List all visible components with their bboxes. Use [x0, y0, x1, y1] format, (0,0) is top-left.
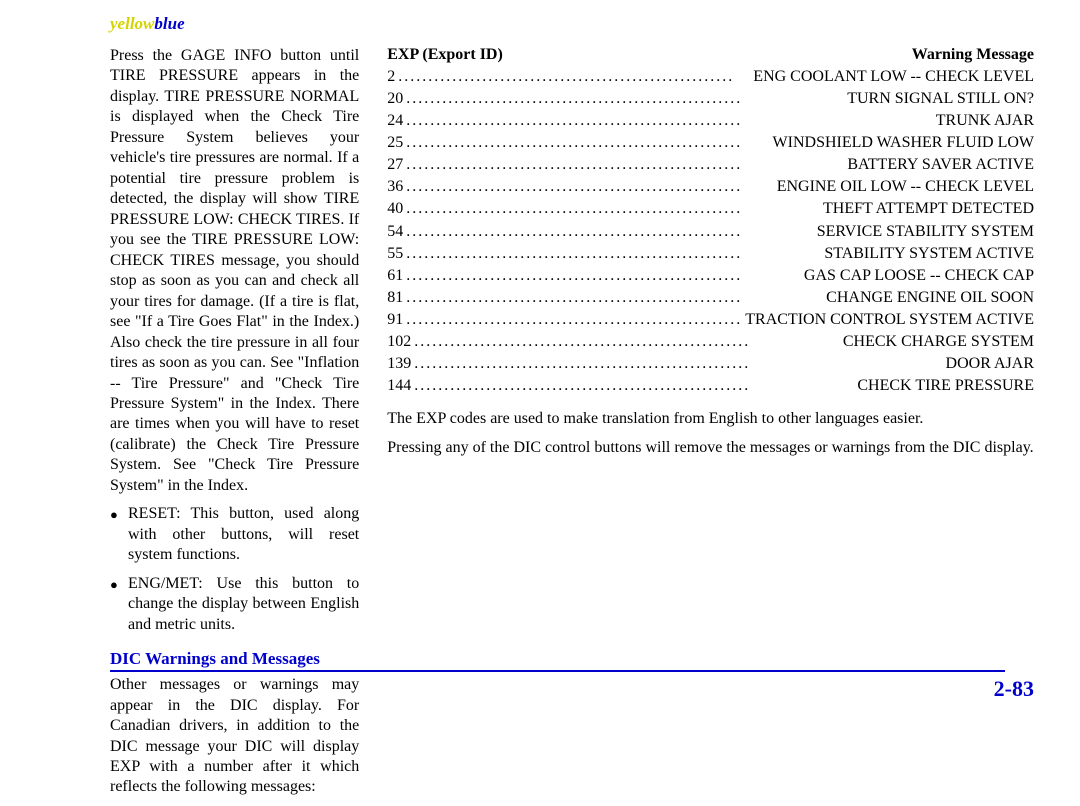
exp-id: 102 [387, 331, 411, 353]
exp-id: 40 [387, 198, 403, 220]
exp-note: The EXP codes are used to make translati… [387, 409, 1034, 429]
exp-id: 24 [387, 110, 403, 132]
exp-row: 139.....................................… [387, 353, 1034, 375]
exp-row: 25......................................… [387, 132, 1034, 154]
exp-message: SERVICE STABILITY SYSTEM [817, 221, 1034, 243]
exp-id: 144 [387, 375, 411, 397]
leader-dots: ........................................… [403, 198, 823, 220]
dic-warnings-para: Other messages or warnings may appear in… [110, 675, 359, 798]
leader-dots: ........................................… [403, 265, 804, 287]
exp-row: 81......................................… [387, 287, 1034, 309]
exp-id: 27 [387, 154, 403, 176]
exp-message: THEFT ATTEMPT DETECTED [823, 198, 1034, 220]
exp-row: 36......................................… [387, 176, 1034, 198]
footer-rule [110, 670, 1005, 672]
dic-buttons-note: Pressing any of the DIC control buttons … [387, 438, 1034, 458]
tire-pressure-text: Press the GAGE INFO button until TIRE PR… [110, 46, 359, 496]
exp-id: 61 [387, 265, 403, 287]
leader-dots: ........................................… [411, 375, 857, 397]
content-area: Press the GAGE INFO button until TIRE PR… [110, 46, 1034, 806]
exp-row: 2.......................................… [387, 66, 1034, 88]
leader-dots: ........................................… [395, 66, 753, 88]
exp-message: CHANGE ENGINE OIL SOON [826, 287, 1034, 309]
exp-table-header: EXP (Export ID) Warning Message [387, 46, 1034, 64]
exp-row: 27......................................… [387, 154, 1034, 176]
leader-dots: ........................................… [403, 88, 847, 110]
header-yellow: yellow [110, 14, 154, 33]
header-blue: blue [154, 14, 184, 33]
exp-message: WINDSHIELD WASHER FLUID LOW [773, 132, 1034, 154]
page-number: 2-83 [994, 676, 1034, 702]
exp-id: 20 [387, 88, 403, 110]
leader-dots: ........................................… [403, 132, 772, 154]
exp-message: DOOR AJAR [946, 353, 1034, 375]
leader-dots: ........................................… [403, 309, 745, 331]
exp-table-body: 2.......................................… [387, 66, 1034, 397]
leader-dots: ........................................… [403, 110, 936, 132]
exp-row: 55......................................… [387, 243, 1034, 265]
bullet-reset: ● RESET: This button, used along with ot… [110, 504, 359, 565]
header-logo: yellowblue [110, 14, 185, 34]
exp-row: 54......................................… [387, 221, 1034, 243]
exp-header-right: Warning Message [912, 46, 1034, 64]
exp-row: 40......................................… [387, 198, 1034, 220]
bullet-engmet-text: ENG/MET: Use this button to change the d… [128, 574, 359, 635]
exp-message: GAS CAP LOOSE -- CHECK CAP [804, 265, 1034, 287]
exp-id: 25 [387, 132, 403, 154]
exp-row: 20......................................… [387, 88, 1034, 110]
bullet-dot-icon: ● [110, 504, 128, 565]
exp-id: 139 [387, 353, 411, 375]
tire-pressure-continuation: Press the GAGE INFO button until TIRE PR… [110, 46, 359, 496]
exp-message: CHECK TIRE PRESSURE [857, 375, 1034, 397]
leader-dots: ........................................… [403, 154, 847, 176]
leader-dots: ........................................… [411, 331, 843, 353]
bullet-dot-icon: ● [110, 574, 128, 635]
bullet-reset-text: RESET: This button, used along with othe… [128, 504, 359, 565]
exp-row: 102.....................................… [387, 331, 1034, 353]
leader-dots: ........................................… [403, 176, 776, 198]
exp-message: CHECK CHARGE SYSTEM [843, 331, 1034, 353]
exp-row: 61......................................… [387, 265, 1034, 287]
exp-id: 54 [387, 221, 403, 243]
dic-warnings-heading: DIC Warnings and Messages [110, 649, 359, 669]
exp-row: 24......................................… [387, 110, 1034, 132]
right-column: EXP (Export ID) Warning Message 2.......… [387, 46, 1034, 806]
exp-message: STABILITY SYSTEM ACTIVE [824, 243, 1034, 265]
leader-dots: ........................................… [403, 221, 816, 243]
exp-message: TRACTION CONTROL SYSTEM ACTIVE [745, 309, 1034, 331]
exp-id: 2 [387, 66, 395, 88]
exp-message: TURN SIGNAL STILL ON? [847, 88, 1034, 110]
bullet-engmet: ● ENG/MET: Use this button to change the… [110, 574, 359, 635]
exp-message: ENG COOLANT LOW -- CHECK LEVEL [753, 66, 1034, 88]
left-column: Press the GAGE INFO button until TIRE PR… [110, 46, 359, 806]
leader-dots: ........................................… [411, 353, 945, 375]
exp-row: 91......................................… [387, 309, 1034, 331]
leader-dots: ........................................… [403, 287, 826, 309]
exp-id: 81 [387, 287, 403, 309]
exp-header-left: EXP (Export ID) [387, 46, 503, 64]
exp-row: 144.....................................… [387, 375, 1034, 397]
exp-id: 91 [387, 309, 403, 331]
exp-message: TRUNK AJAR [936, 110, 1034, 132]
leader-dots: ........................................… [403, 243, 824, 265]
exp-message: ENGINE OIL LOW -- CHECK LEVEL [777, 176, 1034, 198]
exp-message: BATTERY SAVER ACTIVE [847, 154, 1034, 176]
exp-id: 55 [387, 243, 403, 265]
exp-id: 36 [387, 176, 403, 198]
